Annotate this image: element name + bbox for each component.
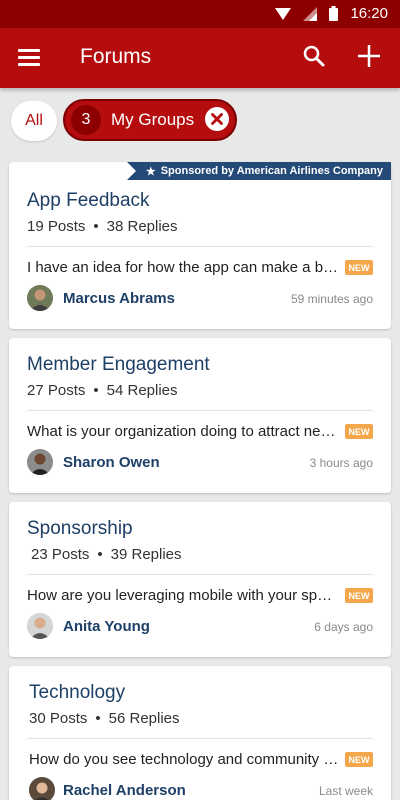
wifi-icon <box>275 7 292 20</box>
post-count: 19 Posts <box>27 218 86 235</box>
groups-count-badge: 3 <box>71 105 101 135</box>
post-time: 3 hours ago <box>309 456 373 470</box>
forum-stats: 27 Posts • 54 Replies <box>27 382 178 399</box>
author-name[interactable]: Rachel Anderson <box>63 782 186 799</box>
search-button[interactable] <box>302 44 328 70</box>
forum-card[interactable]: Sponsorship 23 Posts • 39 Replies How are … <box>9 502 391 657</box>
latest-post-snippet: How are you leveraging mobile with your … <box>27 587 339 604</box>
signal-icon <box>303 6 318 21</box>
add-forum-button[interactable] <box>356 43 382 69</box>
forum-title: Member Engagement <box>27 354 210 375</box>
sponsor-label: Sponsored by American Airlines Company <box>160 165 383 177</box>
forum-title: App Feedback <box>27 190 150 211</box>
filter-my-groups-chip[interactable]: 3 My Groups <box>63 99 237 141</box>
filter-all-chip[interactable]: All <box>11 101 57 141</box>
clear-filter-button[interactable] <box>205 107 229 131</box>
separator-dot: • <box>93 218 99 235</box>
divider <box>27 738 373 739</box>
latest-post-snippet: I have an idea for how the app can make … <box>27 259 339 276</box>
status-time: 16:20 <box>350 5 388 22</box>
reply-count: 54 Replies <box>106 382 178 399</box>
forum-card[interactable]: Technology 30 Posts • 56 Replies How do yo… <box>9 666 391 800</box>
post-time: 59 minutes ago <box>290 292 373 306</box>
latest-post-snippet: What is your organization doing to attra… <box>27 423 339 440</box>
post-time: Last week <box>318 784 373 798</box>
latest-post-snippet: How do you see technology and community … <box>29 751 341 768</box>
divider <box>27 246 373 247</box>
forum-stats: 30 Posts • 56 Replies <box>29 710 180 727</box>
new-badge: NEW <box>345 260 373 275</box>
page-title: Forums <box>80 45 152 68</box>
status-bar: 16:20 <box>0 0 400 28</box>
reply-count: 38 Replies <box>106 218 178 235</box>
reply-count: 56 Replies <box>108 710 180 727</box>
avatar <box>29 777 55 800</box>
separator-dot: • <box>97 546 103 563</box>
filter-row: All 3 My Groups <box>0 88 400 154</box>
forum-card[interactable]: ★ Sponsored by American Airlines Company… <box>9 162 391 329</box>
avatar <box>27 449 53 475</box>
post-count: 23 Posts <box>31 546 90 563</box>
divider <box>27 574 373 575</box>
plus-icon <box>358 45 380 67</box>
app-bar: Forums <box>0 28 400 88</box>
avatar <box>27 613 53 639</box>
new-badge: NEW <box>345 424 373 439</box>
new-badge: NEW <box>345 588 373 603</box>
battery-icon <box>329 6 339 21</box>
close-icon <box>211 113 223 125</box>
forum-card[interactable]: Member Engagement 27 Posts • 54 Replies Wh… <box>9 338 391 493</box>
search-icon <box>303 45 325 67</box>
reply-count: 39 Replies <box>110 546 182 563</box>
author-name[interactable]: Marcus Abrams <box>63 290 175 307</box>
forum-title: Sponsorship <box>27 518 133 539</box>
separator-dot: • <box>93 382 99 399</box>
groups-chip-label: My Groups <box>111 110 195 129</box>
new-badge: NEW <box>345 752 373 767</box>
status-icons: 16:20 <box>275 5 388 22</box>
author-name[interactable]: Sharon Owen <box>63 454 160 471</box>
divider <box>27 410 373 411</box>
forum-stats: 23 Posts • 39 Replies <box>31 546 182 563</box>
menu-icon <box>18 49 44 66</box>
post-time: 6 days ago <box>314 620 373 634</box>
separator-dot: • <box>95 710 101 727</box>
menu-button[interactable] <box>18 46 44 70</box>
forum-title: Technology <box>29 682 126 703</box>
star-icon: ★ <box>145 165 156 178</box>
forum-stats: 19 Posts • 38 Replies <box>27 218 178 235</box>
avatar <box>27 285 53 311</box>
post-count: 30 Posts <box>29 710 88 727</box>
sponsor-tag: ★ Sponsored by American Airlines Company <box>126 162 391 180</box>
author-name[interactable]: Anita Young <box>63 618 150 635</box>
post-count: 27 Posts <box>27 382 86 399</box>
